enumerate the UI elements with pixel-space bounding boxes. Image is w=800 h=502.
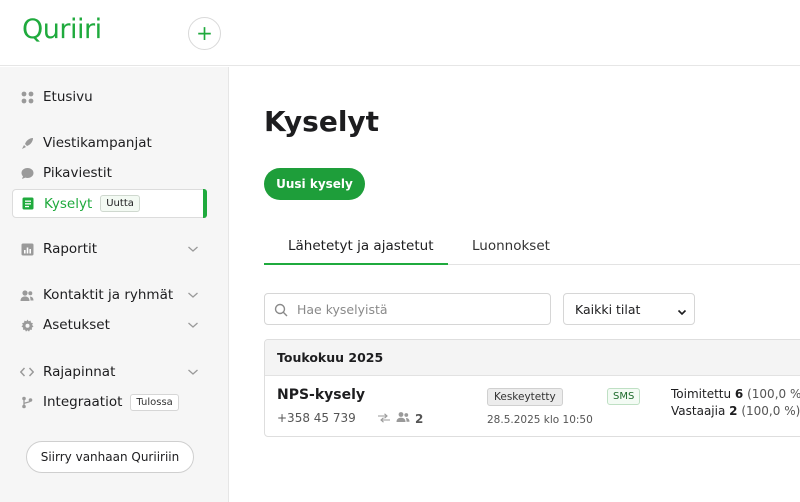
page-title: Kyselyt [264,105,380,138]
chevron-down-icon[interactable] [187,319,199,331]
sidebar-item-campaigns[interactable]: Viestikampanjat [12,129,207,157]
sidebar-item-surveys[interactable]: Kyselyt Uutta [12,189,207,218]
gear-icon [20,318,34,332]
responders-value: 2 [729,404,738,418]
delivered-label: Toimitettu [671,387,732,401]
sidebar-item-label: Integraatiot [43,394,123,410]
branch-icon [20,395,34,409]
sidebar-item-label: Pikaviestit [43,165,112,181]
responders-label: Vastaajia [671,404,726,418]
add-button[interactable]: + [188,17,221,50]
status-badge: Keskeytetty [487,388,563,406]
tab-drafts[interactable]: Luonnokset [472,238,550,254]
status-filter-select[interactable]: Kaikki tilat [563,293,695,325]
new-badge: Uutta [100,195,140,212]
chevron-down-icon[interactable] [187,289,199,301]
plus-icon: + [196,21,213,45]
coming-soon-badge: Tulossa [130,393,179,411]
new-survey-button[interactable]: Uusi kysely [264,168,365,200]
tab-sent-and-scheduled[interactable]: Lähetetyt ja ajastetut [288,238,434,254]
sidebar-item-label: Asetukset [43,317,110,333]
old-ui-button[interactable]: Siirry vanhaan Quriiriin [26,441,194,473]
sidebar-item-label: Viestikampanjat [43,135,152,151]
sidebar-item-home[interactable]: Etusivu [12,83,207,111]
chevron-down-icon[interactable] [187,243,199,255]
sidebar-item-contacts[interactable]: Kontaktit ja ryhmät [12,281,207,309]
sidebar-item-api[interactable]: Rajapinnat [12,358,207,386]
grid-icon [20,90,34,104]
chat-bubble-icon [20,166,34,180]
group-heading: Toukokuu 2025 [265,340,800,376]
channel-badge: SMS [607,388,641,405]
sidebar-item-label: Raportit [43,241,98,257]
bar-chart-icon [20,242,34,256]
responders-percent: (100,0 %) [741,404,800,418]
sidebar-item-label: Etusivu [43,89,93,105]
code-icon [20,365,34,379]
main-content: Kyselyt Uusi kysely Lähetetyt ja ajastet… [230,67,800,502]
search-placeholder: Hae kyselyistä [297,302,388,317]
logo[interactable]: Quriiri [22,14,102,45]
survey-icon [21,197,35,211]
delivered-stat: Toimitettu 6 (100,0 %) [671,387,800,401]
survey-date: 28.5.2025 klo 10:50 [487,414,593,426]
sidebar-item-reports[interactable]: Raportit [12,235,207,263]
delivered-value: 6 [734,387,744,401]
sidebar-item-label: Kyselyt [44,195,93,212]
swap-arrows-icon [377,412,391,426]
chevron-down-icon [677,305,687,316]
rocket-icon [20,136,34,150]
status-filter-value: Kaikki tilat [575,302,641,317]
sidebar-item-quick-messages[interactable]: Pikaviestit [12,159,207,187]
sidebar-item-label: Kontaktit ja ryhmät [43,287,174,303]
survey-name[interactable]: NPS-kysely [277,387,365,403]
sidebar-item-integrations[interactable]: Integraatiot Tulossa [12,388,207,416]
chevron-down-icon[interactable] [187,366,199,378]
sidebar-item-settings[interactable]: Asetukset [12,311,207,339]
sidebar-item-label: Rajapinnat [43,364,116,380]
survey-sender: +358 45 739 [277,411,356,425]
search-icon [274,302,288,317]
contact-count: 2 [415,411,424,426]
survey-group-card: Toukokuu 2025 NPS-kysely +358 45 739 2 K… [264,339,800,437]
recipient-info: 2 [377,411,423,426]
sidebar: Etusivu Viestikampanjat Pikaviestit Kyse… [0,67,229,502]
tab-bar: Lähetetyt ja ajastetut Luonnokset [264,228,800,265]
active-tab-indicator [264,263,448,265]
delivered-percent: (100,0 %) [747,387,800,401]
search-input[interactable]: Hae kyselyistä [264,293,551,325]
people-icon [396,411,410,426]
responders-stat: Vastaajia 2 (100,0 %) [671,404,800,418]
top-bar: Quriiri + [0,0,800,66]
people-icon [20,288,34,302]
